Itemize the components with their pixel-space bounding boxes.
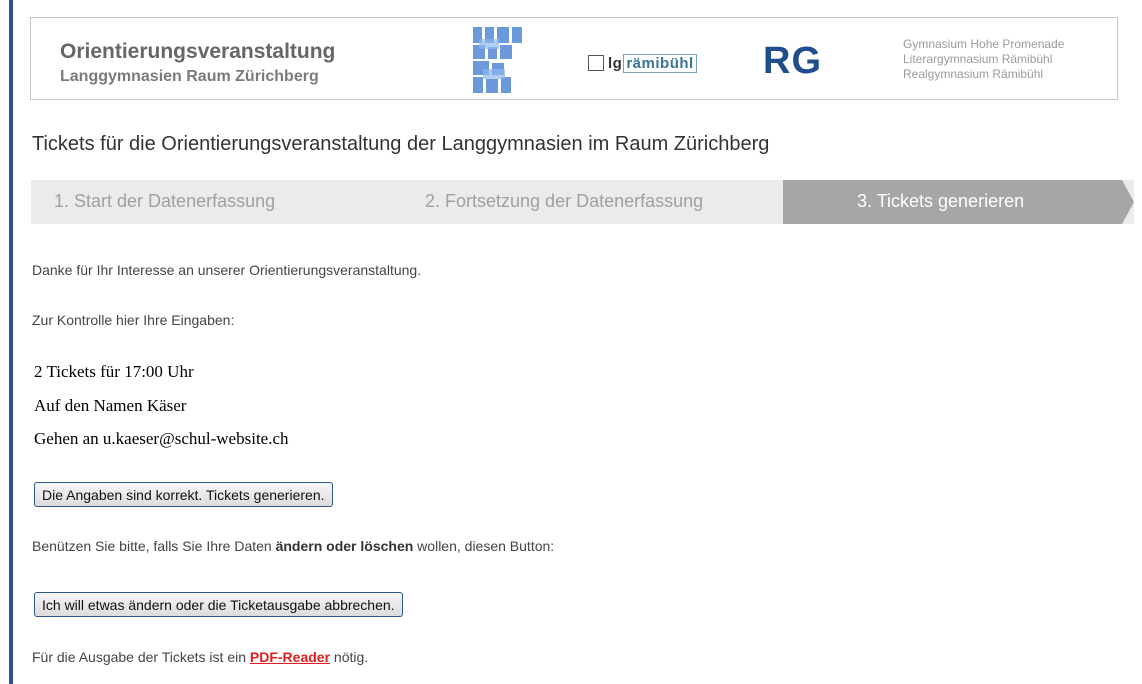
pdf-reader-link[interactable]: PDF-Reader bbox=[250, 649, 330, 665]
pdf-note-post: nötig. bbox=[330, 649, 369, 665]
thanks-text: Danke für Ihr Interesse an unserer Orien… bbox=[32, 262, 422, 278]
change-hint-post: wollen, diesen Button: bbox=[413, 538, 555, 554]
school-name: Literargymnasium Rämibühl bbox=[903, 52, 1053, 66]
change-hint-text: Benützen Sie bitte, falls Sie Ihre Daten… bbox=[32, 538, 554, 554]
step-1: 1. Start der Datenerfassung bbox=[54, 191, 276, 211]
logo-square-icon bbox=[588, 55, 604, 71]
logo-lg-prefix: lg bbox=[608, 54, 623, 72]
step-3-label: 3. Tickets generieren bbox=[857, 191, 1025, 211]
change-hint-bold: ändern oder löschen bbox=[275, 538, 414, 554]
step-2: 2. Fortsetzung der Datenerfassung bbox=[425, 191, 704, 211]
lg-raemibuehl-logo: lg rämibühl bbox=[588, 52, 697, 74]
pdf-reader-note: Für die Ausgabe der Tickets ist ein PDF-… bbox=[32, 649, 368, 665]
header-title: Orientierungsveranstaltung bbox=[60, 40, 336, 63]
left-accent-rule bbox=[9, 0, 13, 684]
site-header: Orientierungsveranstaltung Langgymnasien… bbox=[30, 17, 1118, 100]
step-3-active: 3. Tickets generieren bbox=[783, 180, 1134, 224]
progress-steps: 1. Start der Datenerfassung 2. Fortsetzu… bbox=[31, 180, 1134, 224]
summary-tickets: 2 Tickets für 17:00 Uhr bbox=[34, 362, 194, 381]
logo-lg-name: rämibühl bbox=[623, 53, 697, 73]
pdf-note-pre: Für die Ausgabe der Tickets ist ein bbox=[32, 649, 250, 665]
change-or-cancel-button[interactable]: Ich will etwas ändern oder die Ticketaus… bbox=[34, 592, 403, 617]
school-name: Gymnasium Hohe Promenade bbox=[903, 37, 1065, 51]
header-subtitle: Langgymnasien Raum Zürichberg bbox=[60, 68, 319, 85]
school-list: Gymnasium Hohe Promenade Literargymnasiu… bbox=[903, 37, 1064, 82]
control-intro-text: Zur Kontrolle hier Ihre Eingaben: bbox=[32, 312, 235, 328]
confirm-generate-tickets-button[interactable]: Die Angaben sind korrekt. Tickets generi… bbox=[34, 482, 333, 507]
school-name: Realgymnasium Rämibühl bbox=[903, 67, 1044, 81]
rg-logo: RG bbox=[763, 40, 822, 82]
summary-email: Gehen an u.kaeser@schul-website.ch bbox=[34, 429, 289, 448]
hohe-promenade-logo bbox=[473, 27, 522, 93]
summary-name: Auf den Namen Käser bbox=[34, 396, 187, 415]
page-title: Tickets für die Orientierungsveranstaltu… bbox=[32, 133, 770, 155]
change-hint-pre: Benützen Sie bitte, falls Sie Ihre Daten bbox=[32, 538, 276, 554]
